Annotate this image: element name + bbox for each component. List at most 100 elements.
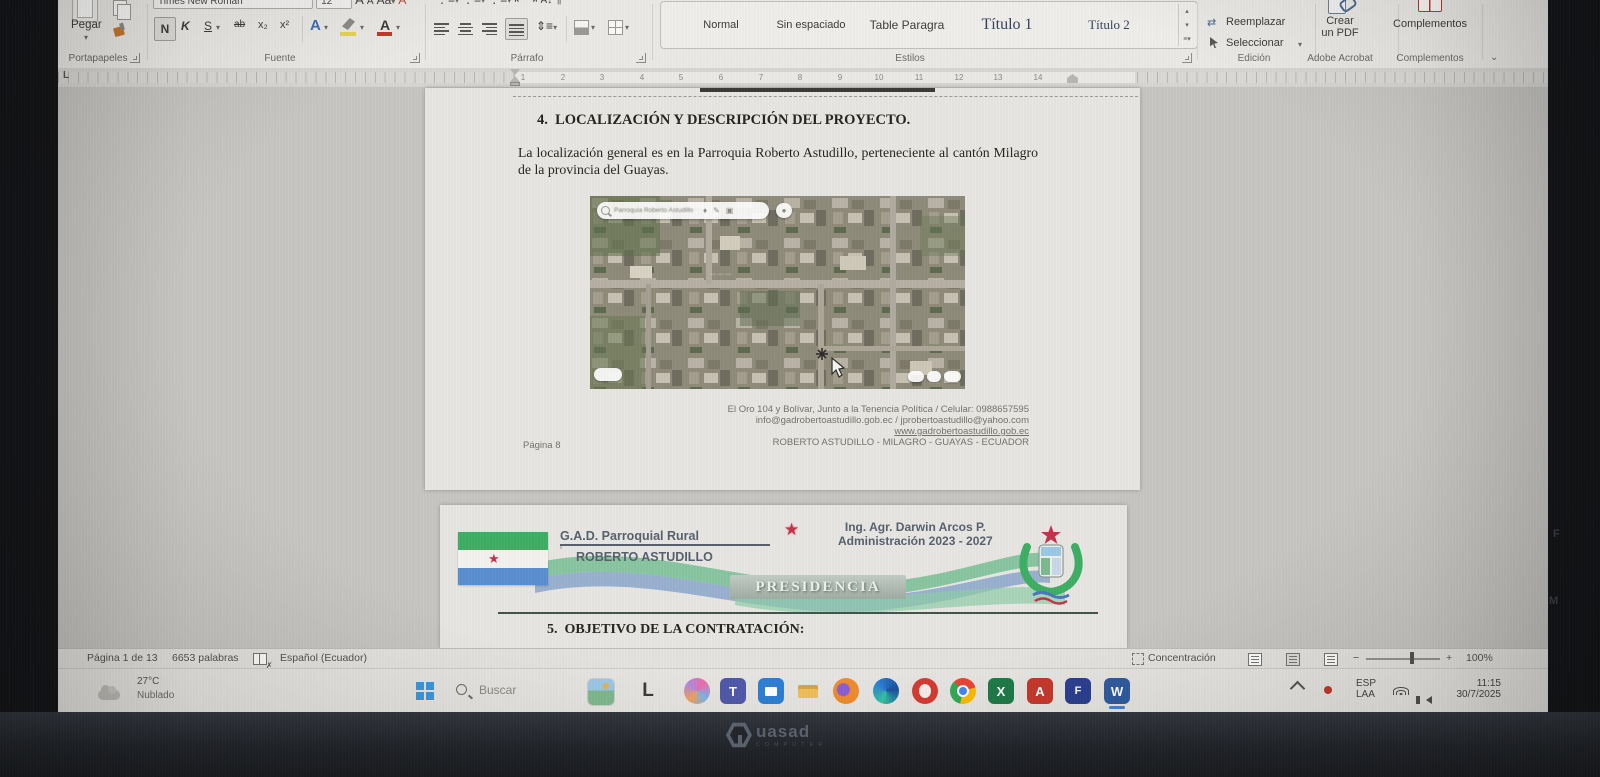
replace-button[interactable]: Reemplazar xyxy=(1226,16,1285,28)
zoom-percentage[interactable]: 100% xyxy=(1466,652,1493,664)
keyboard-layout[interactable]: ESPLAA xyxy=(1356,678,1376,700)
map-control-2[interactable] xyxy=(927,371,941,382)
footer-website-link[interactable]: www.gadrobertoastudillo.gob.ec xyxy=(625,426,1029,437)
borders-arrow[interactable]: ▾ xyxy=(625,23,629,32)
word-icon[interactable]: W xyxy=(1104,678,1130,704)
align-justify-icon[interactable] xyxy=(505,18,528,40)
grow-font-icon[interactable]: A xyxy=(355,0,364,7)
style-sin-espaciado[interactable]: Sin espaciado xyxy=(765,2,857,48)
chrome-icon[interactable] xyxy=(950,678,976,704)
align-right-icon[interactable] xyxy=(482,21,497,37)
map-control-3[interactable] xyxy=(944,371,961,382)
multilevel-list-icon[interactable]: ⋮≡▾ xyxy=(488,0,511,6)
web-layout-view-icon[interactable] xyxy=(1324,653,1338,669)
font-color-icon[interactable]: A xyxy=(380,17,390,33)
zoom-slider-knob[interactable] xyxy=(1410,652,1414,664)
map-control-1[interactable] xyxy=(908,371,924,382)
language-status[interactable]: Español (Ecuador) xyxy=(280,652,367,664)
underline-dropdown-arrow[interactable]: ▾ xyxy=(216,23,220,32)
align-left-icon[interactable] xyxy=(434,21,449,37)
font-size-combobox[interactable]: 12 xyxy=(316,0,352,9)
clear-formatting-icon[interactable]: A xyxy=(398,0,406,7)
select-arrow[interactable]: ▾ xyxy=(1298,40,1302,49)
l-app-icon[interactable]: L xyxy=(635,678,661,704)
print-layout-view-icon[interactable] xyxy=(1286,653,1300,669)
microsoft-store-icon[interactable] xyxy=(758,678,784,704)
paste-dropdown-arrow[interactable]: ▾ xyxy=(84,33,88,42)
clipboard-dialog-launcher-icon[interactable] xyxy=(130,53,140,63)
recording-indicator-icon[interactable] xyxy=(1324,686,1332,694)
strikethrough-button[interactable]: ab xyxy=(234,19,245,30)
edge-icon[interactable] xyxy=(873,678,899,704)
map-tool-icon-2[interactable]: ✎ xyxy=(713,206,720,215)
teams-icon[interactable]: T xyxy=(720,678,746,704)
speaker-icon[interactable] xyxy=(1426,696,1432,704)
select-button[interactable]: Seleccionar xyxy=(1226,37,1283,49)
zoom-out-button[interactable]: − xyxy=(1353,652,1359,664)
numbering-icon[interactable]: ⋮≡▾ xyxy=(462,0,485,6)
paragraph-dialog-launcher-icon[interactable] xyxy=(636,53,646,63)
shrink-font-icon[interactable]: A xyxy=(367,0,374,7)
create-pdf-button[interactable]: Crear un PDF xyxy=(1321,15,1358,39)
widgets-icon[interactable] xyxy=(587,678,615,706)
word-count-status[interactable]: 6653 palabras xyxy=(172,652,239,664)
document-page-9[interactable]: ★ G.A.D. Parroquial Rural ROBERTO ASTUDI… xyxy=(440,505,1127,648)
satellite-map-image[interactable]: — — — Parroquia Roberto Astudillo ♦ xyxy=(590,196,965,389)
sort-icon[interactable]: A↓ xyxy=(541,0,553,6)
collapse-ribbon-icon[interactable]: ⌄ xyxy=(1490,52,1498,63)
tray-chevron-icon[interactable] xyxy=(1290,681,1306,697)
font-dialog-launcher-icon[interactable] xyxy=(410,53,420,63)
text-effects-arrow[interactable]: ▾ xyxy=(324,23,328,32)
search-label[interactable]: Buscar xyxy=(479,683,516,697)
shading-icon[interactable] xyxy=(574,20,589,35)
tab-selector[interactable]: L xyxy=(63,70,69,81)
search-icon[interactable] xyxy=(456,682,476,700)
clock[interactable]: 11:15 30/7/2025 xyxy=(1443,678,1501,700)
zoom-slider-track[interactable] xyxy=(1366,658,1440,660)
map-tool-icon-1[interactable]: ♦ xyxy=(703,206,707,215)
paragraph-marks-icon[interactable]: ¶ xyxy=(555,0,561,6)
map-search-bar[interactable]: Parroquia Roberto Astudillo ♦ ✎ ▣ xyxy=(597,202,769,219)
highlighter-arrow[interactable]: ▾ xyxy=(360,23,364,32)
map-extra-button[interactable]: ● xyxy=(776,203,792,218)
addins-button[interactable]: Complementos xyxy=(1393,18,1467,30)
finance-app-icon[interactable]: F xyxy=(1065,678,1091,704)
styles-dialog-launcher-icon[interactable] xyxy=(1182,53,1192,63)
text-effects-icon[interactable]: A xyxy=(310,17,321,34)
superscript-button[interactable]: x² xyxy=(280,19,289,31)
style-normal[interactable]: Normal xyxy=(675,2,767,48)
paste-button[interactable]: Pegar xyxy=(71,19,102,31)
map-tool-icon-3[interactable]: ▣ xyxy=(726,206,734,215)
underline-button[interactable]: S xyxy=(204,19,212,33)
firefox-icon[interactable] xyxy=(833,678,859,704)
bold-button[interactable]: N xyxy=(154,17,176,41)
focus-mode-button[interactable]: Concentración xyxy=(1148,652,1216,664)
page-count-status[interactable]: Página 1 de 13 xyxy=(87,652,158,664)
font-name-combobox[interactable]: Times New Roman xyxy=(153,0,313,9)
borders-icon[interactable] xyxy=(608,20,623,35)
zoom-in-button[interactable]: + xyxy=(1446,652,1452,664)
indent-marker-left[interactable] xyxy=(510,69,520,86)
italic-button[interactable]: K xyxy=(181,19,190,33)
outdent-icon[interactable]: ⇤ xyxy=(514,0,524,6)
acrobat-icon[interactable]: A xyxy=(1027,678,1053,704)
shading-arrow[interactable]: ▾ xyxy=(591,23,595,32)
file-explorer-icon[interactable] xyxy=(795,678,821,704)
style-titulo-1[interactable]: Título 1 xyxy=(961,2,1053,48)
subscript-button[interactable]: x₂ xyxy=(258,19,268,31)
opera-icon[interactable] xyxy=(912,678,938,704)
read-mode-view-icon[interactable] xyxy=(1248,653,1262,669)
font-color-arrow[interactable]: ▾ xyxy=(396,23,400,32)
line-spacing-icon[interactable]: ⇕≡▾ xyxy=(536,19,557,33)
indent-icon[interactable]: ⇥ xyxy=(527,0,537,6)
bullets-icon[interactable]: ⋮≡▾ xyxy=(436,0,459,6)
align-center-icon[interactable] xyxy=(458,21,473,37)
style-table-paragraph[interactable]: Table Paragra xyxy=(861,2,953,48)
wifi-icon[interactable] xyxy=(1394,685,1408,695)
styles-gallery-scroll[interactable]: ▴▾≡▾ xyxy=(1178,4,1195,46)
highlighter-icon[interactable] xyxy=(342,18,355,30)
start-button[interactable] xyxy=(416,682,434,700)
change-case-icon[interactable]: Aa▾ xyxy=(377,0,396,7)
proofing-status-icon[interactable]: ✗ xyxy=(253,653,277,668)
style-titulo-2[interactable]: Título 2 xyxy=(1063,2,1155,48)
